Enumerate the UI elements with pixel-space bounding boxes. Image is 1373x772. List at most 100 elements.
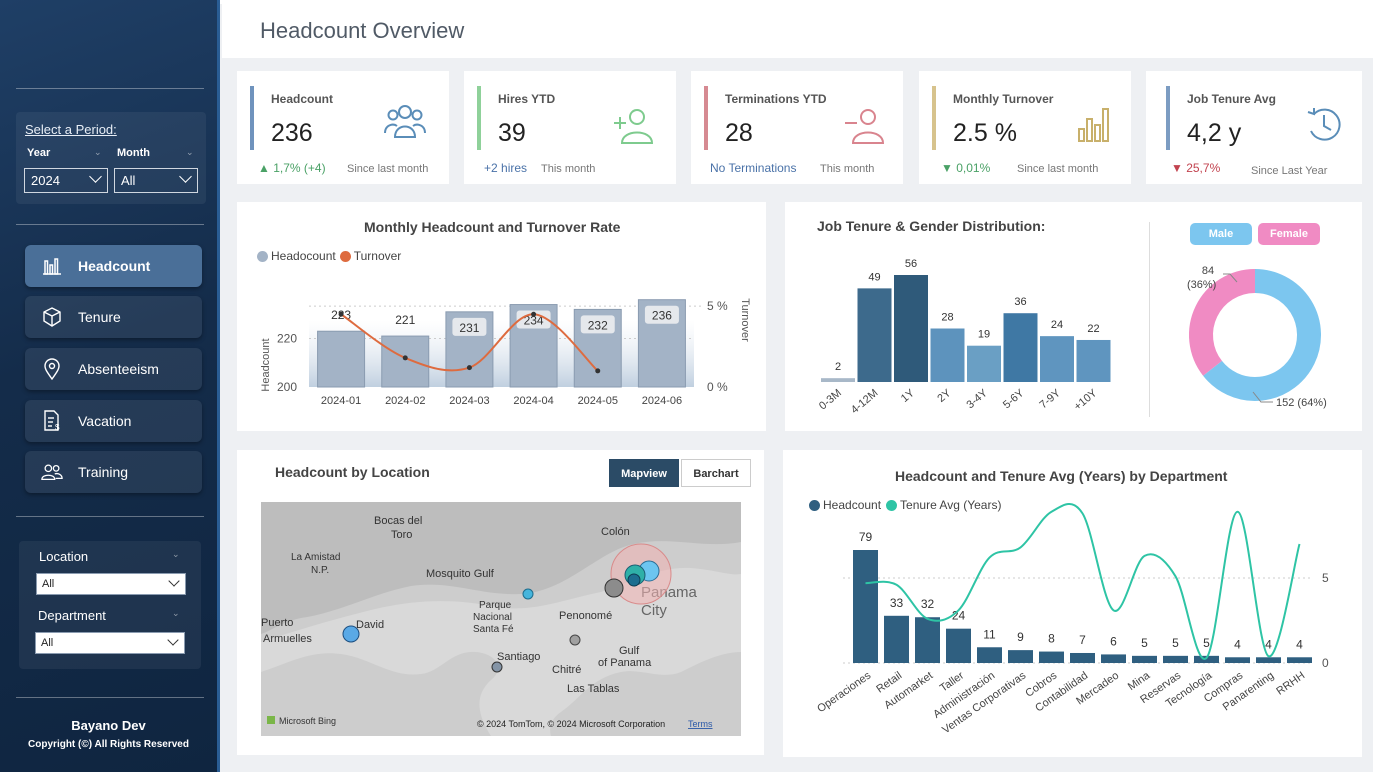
map-label: Colón <box>601 526 630 538</box>
nav-headcount[interactable]: Headcount <box>25 245 202 287</box>
invoice-icon: $ <box>41 410 63 432</box>
department-caret-icon: ⌄ <box>172 608 180 618</box>
map-attribution-logo: Microsoft Bing <box>279 716 336 726</box>
bar <box>915 617 940 663</box>
data-label: 79 <box>859 530 873 544</box>
monthly-chart: Headcount Turnover 220 200 5 % 0 % 2024-01 22… <box>260 298 751 407</box>
location-caret-icon: ⌄ <box>172 549 180 559</box>
line-point <box>531 311 537 317</box>
data-label: 231 <box>459 321 479 335</box>
map-bubble[interactable] <box>342 625 360 643</box>
kpi-delta: ▼ 25,7% <box>1171 161 1221 175</box>
chart-title: Headcount by Location <box>275 464 430 480</box>
barchart-button[interactable]: Barchart <box>681 459 751 487</box>
x-tick-label: 7-9Y <box>1037 387 1063 412</box>
map-label: Nacional <box>473 612 512 623</box>
map-bubble[interactable] <box>522 588 534 600</box>
x-tick-label: 2024-02 <box>385 395 425 407</box>
x-tick-label: 4-12M <box>849 387 881 416</box>
sidebar-divider <box>16 697 204 698</box>
bar <box>1008 650 1033 663</box>
terms-link[interactable]: Terms <box>688 719 713 729</box>
y2-tick-label: 0 <box>1322 656 1329 670</box>
kpi-accent-bar <box>932 86 936 150</box>
bar <box>381 335 430 388</box>
data-label: 8 <box>1048 632 1055 646</box>
mapview-button[interactable]: Mapview <box>609 459 679 487</box>
nav-tenure[interactable]: Tenure <box>25 296 202 338</box>
year-label: Year <box>27 147 51 159</box>
kpi-value: 2.5 % <box>953 119 1017 147</box>
x-tick-label: 2024-05 <box>578 395 618 407</box>
brand-name: Bayano Dev <box>71 718 146 733</box>
department-chart: 5079Operaciones33Retail32Automarket24Tal… <box>815 503 1329 736</box>
kpi-delta: ▲ 1,7% (+4) <box>258 161 326 175</box>
map-bubble[interactable] <box>604 578 624 598</box>
y2-tick-label: 5 % <box>707 299 728 313</box>
bar <box>1132 655 1157 663</box>
map-label: Santa Fé <box>473 624 514 635</box>
line-point <box>595 368 601 374</box>
map-label: Parque <box>479 600 512 611</box>
nav-absenteeism[interactable]: Absenteeism <box>25 348 202 390</box>
data-label: 5 <box>1141 636 1148 650</box>
location-select[interactable]: All <box>36 573 186 595</box>
map-bubble[interactable] <box>569 634 581 646</box>
data-label: 24 <box>1051 319 1063 331</box>
bar <box>1256 657 1281 663</box>
department-select[interactable]: All <box>35 632 185 654</box>
remove-user-icon <box>843 107 887 150</box>
month-select-value: All <box>121 173 136 188</box>
bar <box>1225 657 1250 663</box>
kpi-value: 4,2 y <box>1187 119 1242 147</box>
year-select[interactable]: 2024 <box>24 168 108 193</box>
map-label: N.P. <box>311 565 329 576</box>
kpi-accent-bar <box>477 86 481 150</box>
kpi-delta: ▼ 0,01% <box>941 161 991 175</box>
map-label: Santiago <box>497 651 540 663</box>
data-label: 49 <box>868 271 880 283</box>
nav-vacation[interactable]: $ Vacation <box>25 400 202 442</box>
kpi-tenure: Job Tenure Avg 4,2 y ▼ 25,7% Since Last … <box>1146 71 1362 184</box>
page-title: Headcount Overview <box>260 18 465 43</box>
bar <box>884 615 909 663</box>
y2-tick-label: 0 % <box>707 380 728 394</box>
svg-text:$: $ <box>55 423 60 432</box>
kpi-since: Since last month <box>347 163 429 175</box>
map-label: Armuelles <box>263 633 312 645</box>
bar <box>1040 336 1074 382</box>
location-map[interactable]: Bocas del Toro Colón La Amistad N.P. Mos… <box>261 502 741 736</box>
data-label: 221 <box>395 313 415 327</box>
bar-chart-icon <box>41 255 63 277</box>
sidebar-divider <box>16 88 204 89</box>
location-map-card: Headcount by Location Mapview Barchart B… <box>237 450 764 755</box>
history-clock-icon <box>1304 105 1344 150</box>
chevron-down-icon <box>167 634 179 646</box>
x-tick-label: 3-4Y <box>964 387 990 412</box>
line-point <box>338 311 344 317</box>
kpi-accent-bar <box>1166 86 1170 150</box>
x-tick-label: 1Y <box>899 387 918 405</box>
year-select-value: 2024 <box>31 173 60 188</box>
year-caret-icon: ⌄ <box>94 147 102 157</box>
x-tick-label: RRHH <box>1274 670 1307 698</box>
add-user-icon <box>612 107 656 150</box>
bar <box>857 288 892 382</box>
data-label: 236 <box>652 309 672 323</box>
kpi-value: 236 <box>271 119 313 147</box>
map-bubble[interactable] <box>627 573 641 587</box>
male-value-label: 152 (64%) <box>1276 397 1327 409</box>
data-label: 4 <box>1296 637 1303 651</box>
map-bubble[interactable] <box>491 661 503 673</box>
nav-training[interactable]: Training <box>25 451 202 493</box>
map-label: La Amistad <box>291 552 340 563</box>
bar <box>967 345 1001 382</box>
bing-logo-icon <box>267 716 275 724</box>
month-select[interactable]: All <box>114 168 198 193</box>
chevron-down-icon <box>89 170 102 183</box>
page-header: Headcount Overview <box>222 4 1373 58</box>
data-label: 5 <box>1203 636 1210 650</box>
kpi-since: Since Last Year <box>1251 165 1328 177</box>
y2-tick-label: 5 <box>1322 571 1329 585</box>
filter-panel: Location ⌄ All Department ⌄ All <box>19 541 201 669</box>
